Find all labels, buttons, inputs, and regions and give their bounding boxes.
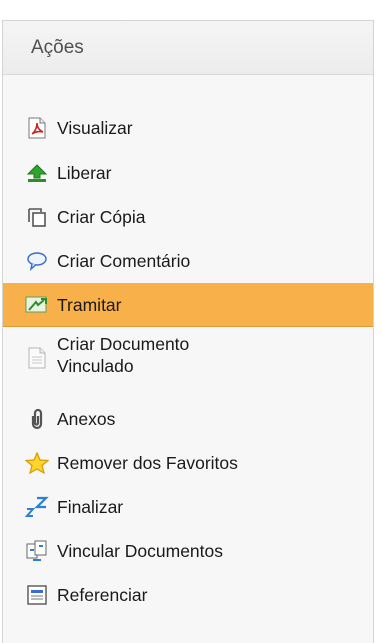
sleep-icon xyxy=(25,495,49,519)
star-icon xyxy=(25,451,49,475)
action-liberar[interactable]: Liberar xyxy=(3,151,373,195)
action-label: Remover dos Favoritos xyxy=(57,453,238,473)
copy-icon xyxy=(25,205,49,229)
action-label: Anexos xyxy=(57,409,116,429)
upload-icon xyxy=(25,161,49,185)
document-icon xyxy=(25,346,49,370)
paperclip-icon xyxy=(25,407,49,431)
action-label: Referenciar xyxy=(57,585,148,605)
action-label: Finalizar xyxy=(57,497,124,517)
action-visualizar[interactable]: Visualizar xyxy=(3,105,373,151)
action-label: Criar Comentário xyxy=(57,251,191,271)
action-criar-comentario[interactable]: Criar Comentário xyxy=(3,239,373,283)
panel-title: Ações xyxy=(3,21,373,75)
action-label: Criar Documento Vinculado xyxy=(57,334,190,376)
pdf-icon xyxy=(25,116,49,140)
reference-icon xyxy=(25,583,49,607)
forward-icon xyxy=(25,293,49,317)
action-label: Visualizar xyxy=(57,118,133,138)
action-tramitar[interactable]: Tramitar xyxy=(3,283,373,327)
actions-menu: Visualizar Liberar Criar Cópia Criar Com… xyxy=(3,105,373,617)
action-label: Criar Cópia xyxy=(57,207,146,227)
action-anexos[interactable]: Anexos xyxy=(3,397,373,441)
action-referenciar[interactable]: Referenciar xyxy=(3,573,373,617)
action-label: Liberar xyxy=(57,163,112,183)
actions-panel: Ações Visualizar Liberar Criar Cópia Cri… xyxy=(2,20,374,643)
link-documents-icon xyxy=(25,539,49,563)
action-label: Vincular Documentos xyxy=(57,541,224,561)
action-vincular-documentos[interactable]: Vincular Documentos xyxy=(3,529,373,573)
comment-icon xyxy=(25,249,49,273)
action-finalizar[interactable]: Finalizar xyxy=(3,485,373,529)
action-remover-favoritos[interactable]: Remover dos Favoritos xyxy=(3,441,373,485)
action-criar-copia[interactable]: Criar Cópia xyxy=(3,195,373,239)
action-criar-documento-vinculado[interactable]: Criar Documento Vinculado xyxy=(3,327,373,397)
action-label: Tramitar xyxy=(57,295,122,315)
